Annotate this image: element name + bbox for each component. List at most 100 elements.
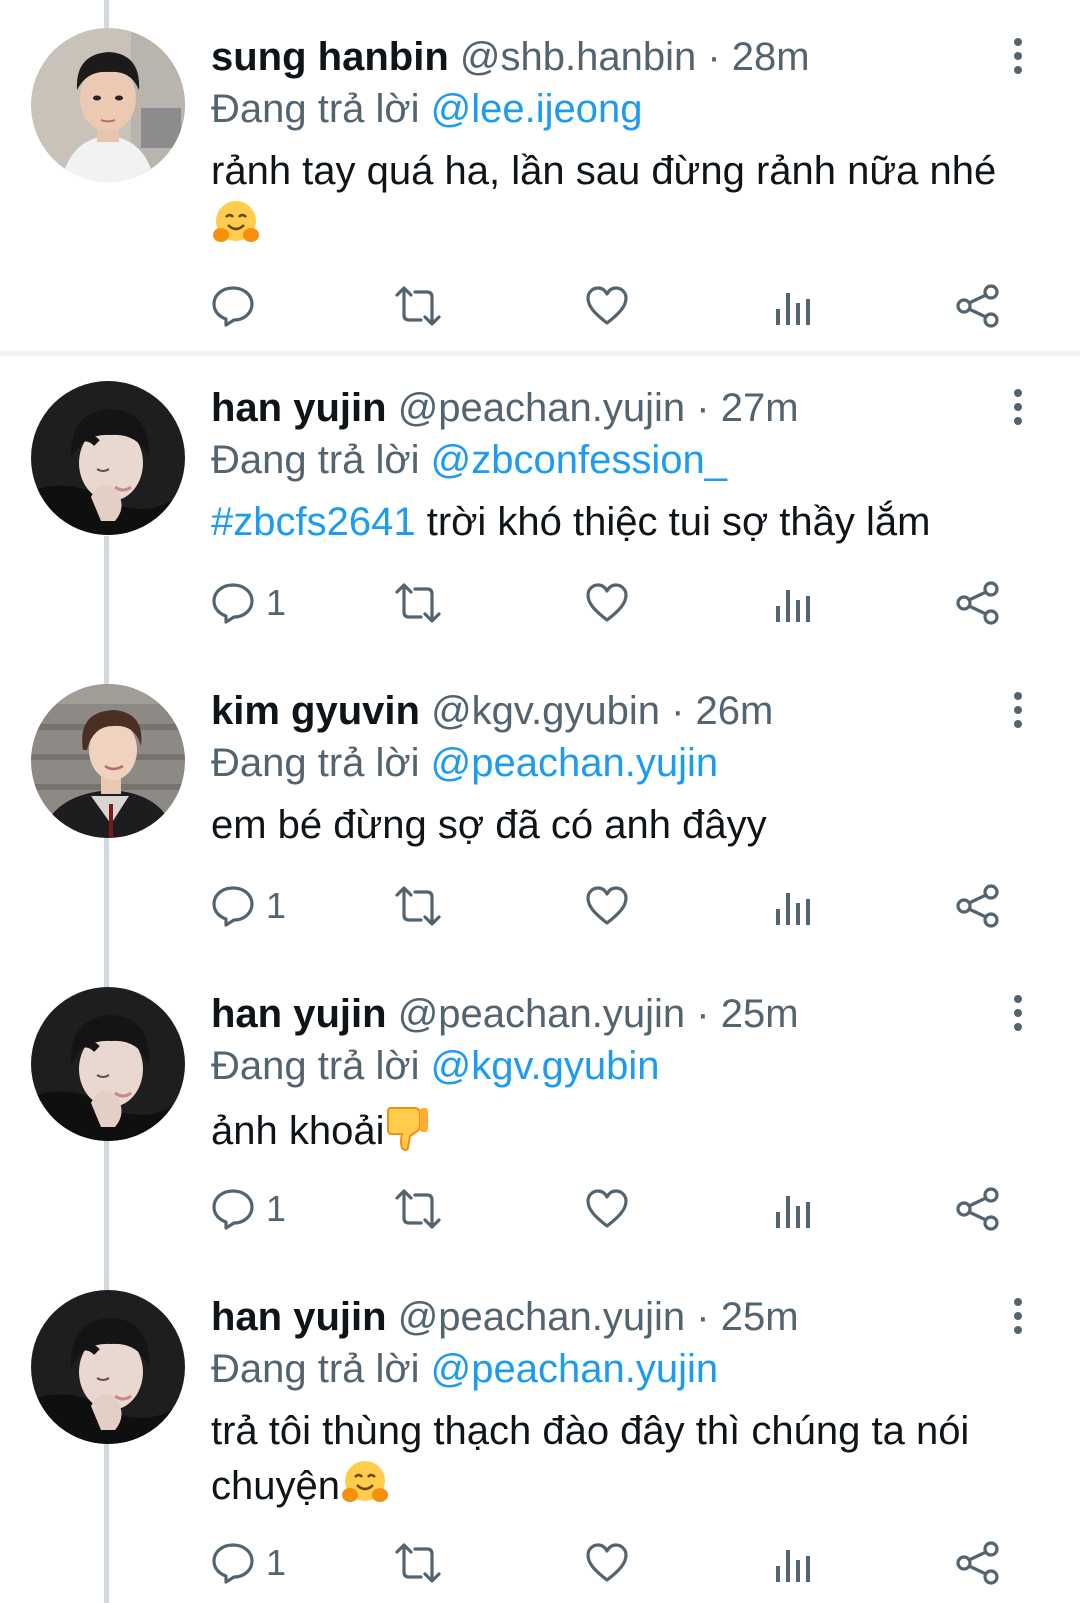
reply-context: Đang trả lời @peachan.yujin xyxy=(211,737,718,789)
views-icon xyxy=(776,1550,810,1582)
like-button[interactable] xyxy=(584,876,630,936)
reply-button[interactable]: 1 xyxy=(210,1179,286,1239)
avatar[interactable] xyxy=(31,381,185,535)
hashtag-link[interactable]: #zbcfs2641 xyxy=(211,500,416,544)
like-icon xyxy=(586,583,628,622)
views-button[interactable] xyxy=(773,573,813,633)
reply-count: 1 xyxy=(266,582,287,623)
reply-prefix: Đang trả lời xyxy=(211,741,420,785)
user-handle[interactable]: @peachan.yujin xyxy=(398,992,685,1036)
reply-mention[interactable]: @zbconfession_ xyxy=(431,438,727,482)
share-button[interactable] xyxy=(955,876,1001,936)
user-handle[interactable]: @peachan.yujin xyxy=(398,386,685,430)
tweet-1[interactable]: sung hanbin @shb.hanbin · 28m Đang trả l… xyxy=(0,0,1080,351)
views-button[interactable] xyxy=(773,876,813,936)
reply-count: 1 xyxy=(266,885,287,926)
views-icon xyxy=(776,293,810,325)
user-handle[interactable]: @kgv.gyubin xyxy=(431,689,660,733)
reply-mention[interactable]: @peachan.yujin xyxy=(431,741,718,785)
reply-button[interactable]: 1 xyxy=(210,876,286,936)
reply-button[interactable] xyxy=(210,276,266,336)
separator-dot: · xyxy=(671,689,685,733)
tweet-3[interactable]: kim gyuvin @kgv.gyubin · 26m Đang trả lờ… xyxy=(0,654,1080,951)
share-button[interactable] xyxy=(955,573,1001,633)
reply-mention[interactable]: @peachan.yujin xyxy=(431,1347,718,1391)
avatar[interactable] xyxy=(31,28,185,182)
reply-button[interactable]: 1 xyxy=(210,573,286,633)
timestamp[interactable]: 25m xyxy=(721,1295,799,1339)
timestamp[interactable]: 26m xyxy=(696,689,774,733)
share-icon xyxy=(956,581,999,625)
action-bar: 1 xyxy=(0,876,1080,936)
more-icon[interactable] xyxy=(998,993,1038,1033)
reply-context: Đang trả lời @peachan.yujin xyxy=(211,1343,718,1395)
tweet-body: em bé đừng sợ đã có anh đâyy xyxy=(211,803,767,847)
display-name[interactable]: han yujin xyxy=(211,1295,387,1339)
user-handle[interactable]: @shb.hanbin xyxy=(460,35,696,79)
share-button[interactable] xyxy=(955,1179,1001,1239)
reply-prefix: Đang trả lời xyxy=(211,1044,420,1088)
avatar[interactable] xyxy=(31,1290,185,1444)
share-button[interactable] xyxy=(955,276,1001,336)
thumbs-down-emoji xyxy=(384,1102,430,1165)
share-icon xyxy=(956,284,999,328)
retweet-icon xyxy=(395,583,441,623)
reply-prefix: Đang trả lời xyxy=(211,87,420,131)
tweet-4[interactable]: han yujin @peachan.yujin · 25m Đang trả … xyxy=(0,957,1080,1254)
tweet-text: rảnh tay quá ha, lần sau đừng rảnh nữa n… xyxy=(211,145,1041,260)
like-button[interactable] xyxy=(584,276,630,336)
timestamp[interactable]: 27m xyxy=(721,386,799,430)
tweet-body: trả tôi thùng thạch đào đây thì chúng ta… xyxy=(211,1409,970,1508)
share-button[interactable] xyxy=(955,1533,1001,1593)
tweet-header: sung hanbin @shb.hanbin · 28m xyxy=(211,31,810,83)
like-button[interactable] xyxy=(584,1533,630,1593)
views-button[interactable] xyxy=(773,1533,813,1593)
timestamp[interactable]: 25m xyxy=(721,992,799,1036)
tweet-body: rảnh tay quá ha, lần sau đừng rảnh nữa n… xyxy=(211,149,997,193)
display-name[interactable]: kim gyuvin xyxy=(211,689,420,733)
like-icon xyxy=(586,286,628,325)
timestamp[interactable]: 28m xyxy=(732,35,810,79)
display-name[interactable]: sung hanbin xyxy=(211,35,449,79)
retweet-button[interactable] xyxy=(393,573,443,633)
user-handle[interactable]: @peachan.yujin xyxy=(398,1295,685,1339)
retweet-icon xyxy=(395,286,441,326)
retweet-button[interactable] xyxy=(393,1179,443,1239)
hugging-face-emoji xyxy=(340,1457,390,1520)
views-button[interactable] xyxy=(773,1179,813,1239)
retweet-button[interactable] xyxy=(393,276,443,336)
tweet-text: em bé đừng sợ đã có anh đâyy xyxy=(211,799,1041,851)
more-icon[interactable] xyxy=(998,1296,1038,1336)
reply-mention[interactable]: @kgv.gyubin xyxy=(431,1044,660,1088)
tweet-header: han yujin @peachan.yujin · 25m xyxy=(211,1291,799,1343)
retweet-button[interactable] xyxy=(393,876,443,936)
tweet-5[interactable]: han yujin @peachan.yujin · 25m Đang trả … xyxy=(0,1260,1080,1603)
tweet-2[interactable]: han yujin @peachan.yujin · 27m Đang trả … xyxy=(0,351,1080,648)
avatar[interactable] xyxy=(31,987,185,1141)
display-name[interactable]: han yujin xyxy=(211,386,387,430)
separator-dot: · xyxy=(707,35,721,79)
reply-icon xyxy=(212,583,254,624)
retweet-icon xyxy=(395,1543,441,1583)
views-button[interactable] xyxy=(773,276,813,336)
share-icon xyxy=(956,884,999,928)
more-icon[interactable] xyxy=(998,690,1038,730)
reply-count: 1 xyxy=(266,1188,287,1229)
separator-dot: · xyxy=(696,1295,710,1339)
reply-icon xyxy=(212,286,254,327)
separator-dot: · xyxy=(696,386,710,430)
action-bar: 1 xyxy=(0,573,1080,633)
display-name[interactable]: han yujin xyxy=(211,992,387,1036)
retweet-button[interactable] xyxy=(393,1533,443,1593)
retweet-icon xyxy=(395,886,441,926)
reply-mention[interactable]: @lee.ijeong xyxy=(431,87,643,131)
views-icon xyxy=(776,1196,810,1228)
reply-button[interactable]: 1 xyxy=(210,1533,286,1593)
like-button[interactable] xyxy=(584,1179,630,1239)
more-icon[interactable] xyxy=(998,387,1038,427)
more-icon[interactable] xyxy=(998,36,1038,76)
reply-prefix: Đang trả lời xyxy=(211,1347,420,1391)
avatar[interactable] xyxy=(31,684,185,838)
like-button[interactable] xyxy=(584,573,630,633)
reply-count: 1 xyxy=(266,1542,287,1583)
